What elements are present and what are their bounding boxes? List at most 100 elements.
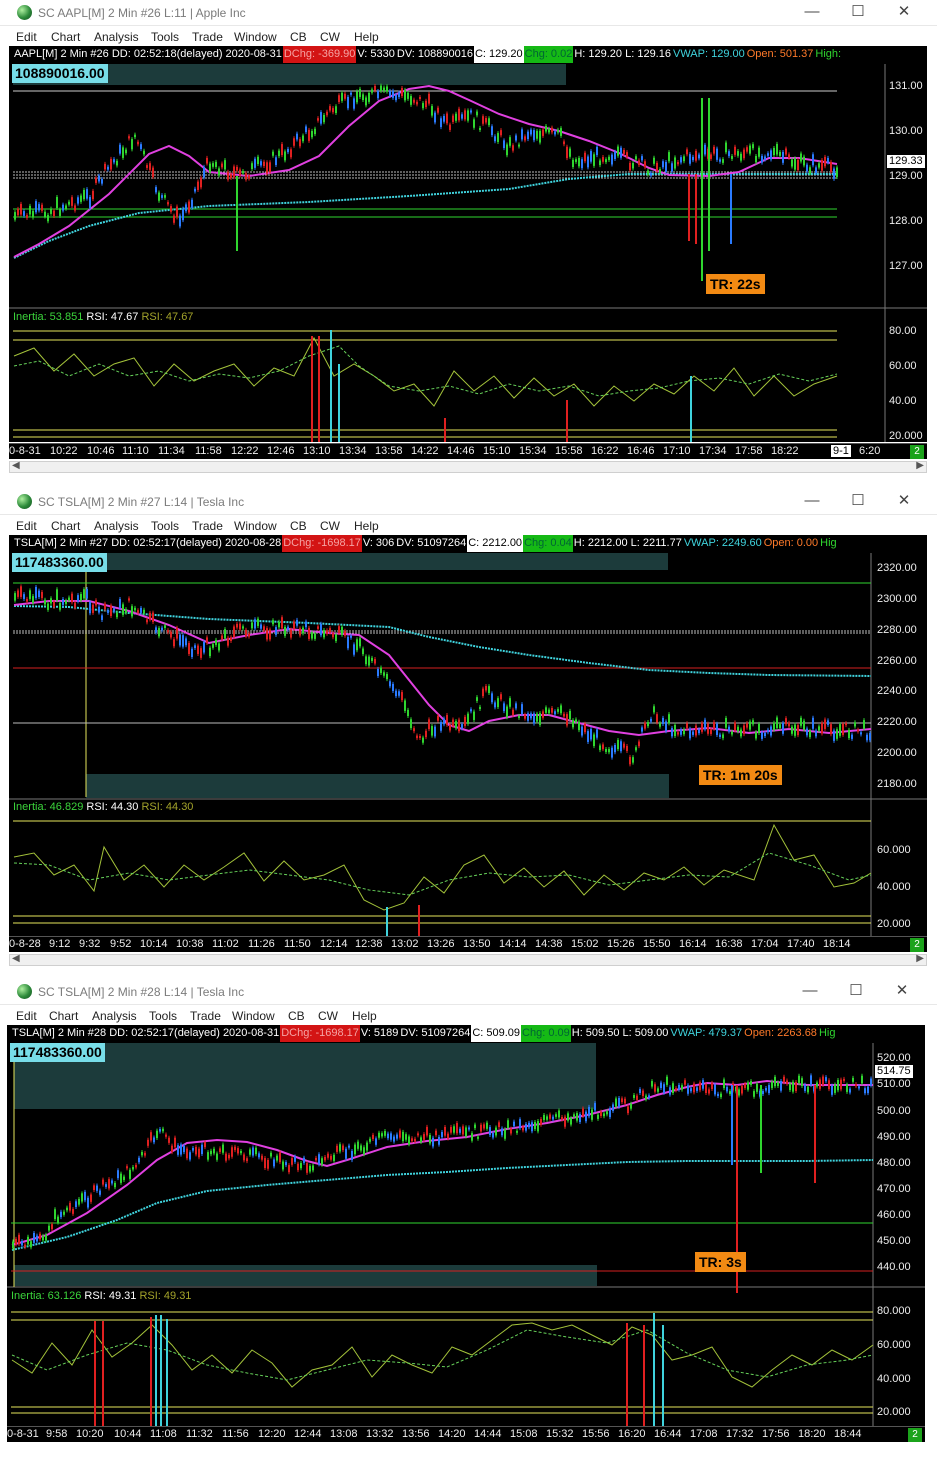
candle — [666, 1076, 668, 1085]
minimize-button[interactable]: — — [797, 491, 827, 513]
scroll-left-icon[interactable]: ◀ — [12, 953, 20, 964]
menu-window[interactable]: Window — [234, 30, 277, 44]
candle — [332, 108, 334, 113]
candle — [654, 1084, 656, 1092]
rsi-tick: 20.000 — [877, 1406, 911, 1418]
time-axis-start: 0-8-31 — [9, 445, 41, 457]
candle — [389, 90, 391, 96]
scroll-right-icon[interactable]: ▶ — [916, 460, 924, 471]
info-dchg: DChg: -1698.17 — [282, 535, 362, 552]
candle — [836, 167, 838, 177]
candle — [30, 1241, 32, 1248]
rsi-tick: 80.00 — [889, 325, 917, 337]
horizontal-scrollbar[interactable]: ◀ ▶ — [9, 953, 927, 966]
candle — [839, 724, 841, 736]
chart-area[interactable]: TSLA[M] 2 Min #28 DD: 02:52:17(delayed) … — [7, 1025, 925, 1426]
menu-window[interactable]: Window — [234, 519, 277, 533]
menu-edit[interactable]: Edit — [16, 1009, 37, 1023]
candle — [788, 154, 790, 158]
candle — [233, 626, 235, 638]
horizontal-scrollbar[interactable]: ◀ ▶ — [9, 460, 927, 473]
candle — [153, 1137, 155, 1143]
candle — [413, 728, 415, 732]
menu-trade[interactable]: Trade — [192, 519, 223, 533]
candle — [665, 161, 667, 172]
candle — [378, 1132, 380, 1138]
candle — [653, 157, 655, 164]
candle — [395, 690, 397, 697]
menu-cw[interactable]: CW — [320, 519, 340, 533]
menu-tools[interactable]: Tools — [149, 1009, 177, 1023]
menu-cw[interactable]: CW — [318, 1009, 338, 1023]
maximize-button[interactable]: ☐ — [843, 491, 873, 513]
menu-trade[interactable]: Trade — [190, 1009, 221, 1023]
candle — [228, 1154, 230, 1159]
candle — [662, 161, 664, 168]
candle — [566, 146, 568, 159]
menu-edit[interactable]: Edit — [16, 519, 37, 533]
info-open: Open: 501.37 — [746, 48, 814, 60]
candle — [35, 201, 37, 213]
candle — [39, 1233, 41, 1240]
candle — [263, 626, 265, 631]
chart-area[interactable]: TSLA[M] 2 Min #27 DD: 02:52:17(delayed) … — [9, 535, 927, 936]
candle — [780, 1081, 782, 1091]
menu-tools[interactable]: Tools — [151, 30, 179, 44]
menu-trade[interactable]: Trade — [192, 30, 223, 44]
menu-tools[interactable]: Tools — [151, 519, 179, 533]
candle — [561, 1116, 563, 1120]
close-button[interactable]: ✕ — [889, 491, 919, 513]
maximize-button[interactable]: ☐ — [843, 2, 873, 24]
candle — [77, 595, 79, 602]
candle — [831, 1085, 833, 1095]
menu-analysis[interactable]: Analysis — [94, 30, 139, 44]
menu-window[interactable]: Window — [232, 1009, 275, 1023]
maximize-button[interactable]: ☐ — [841, 981, 871, 1003]
menu-help[interactable]: Help — [354, 519, 379, 533]
scroll-left-icon[interactable]: ◀ — [12, 460, 20, 471]
candle — [618, 1097, 620, 1107]
menu-chart[interactable]: Chart — [51, 519, 80, 533]
candle — [425, 730, 427, 738]
menu-edit[interactable]: Edit — [16, 30, 37, 44]
time-tick: 9:32 — [79, 938, 101, 950]
scroll-right-icon[interactable]: ▶ — [916, 953, 924, 964]
candle — [395, 94, 397, 101]
time-tick: 14:38 — [535, 938, 563, 950]
candle — [146, 165, 148, 168]
menu-help[interactable]: Help — [352, 1009, 377, 1023]
candle — [555, 1114, 557, 1117]
info-high-low: H: 509.50 L: 509.00 — [571, 1027, 669, 1039]
candle — [482, 116, 484, 124]
candle — [14, 593, 16, 601]
close-button[interactable]: ✕ — [887, 981, 917, 1003]
menu-chart[interactable]: Chart — [51, 30, 80, 44]
candle — [800, 717, 802, 726]
chart-area[interactable]: AAPL[M] 2 Min #26 DD: 02:52:18(delayed) … — [9, 46, 927, 442]
menu-help[interactable]: Help — [354, 30, 379, 44]
candle — [339, 1144, 341, 1152]
candle — [464, 716, 466, 726]
candle — [774, 1076, 776, 1087]
menu-cw[interactable]: CW — [320, 30, 340, 44]
close-button[interactable]: ✕ — [889, 2, 919, 24]
candle — [743, 149, 745, 159]
candle — [821, 722, 823, 734]
menu-analysis[interactable]: Analysis — [94, 519, 139, 533]
minimize-button[interactable]: — — [795, 981, 825, 1003]
candle — [683, 156, 685, 162]
rsi-value: RSI: 47.67 — [86, 311, 139, 323]
menu-analysis[interactable]: Analysis — [92, 1009, 137, 1023]
menu-cb[interactable]: CB — [288, 1009, 305, 1023]
menu-chart[interactable]: Chart — [49, 1009, 78, 1023]
candle — [458, 108, 460, 121]
rsi-tick: 80.000 — [877, 1305, 911, 1317]
candle — [65, 205, 67, 209]
last-price-marker: 514.75 — [875, 1065, 913, 1078]
menu-cb[interactable]: CB — [290, 519, 307, 533]
candle — [311, 130, 313, 138]
candle — [21, 1241, 23, 1246]
minimize-button[interactable]: — — [797, 2, 827, 24]
menu-cb[interactable]: CB — [290, 30, 307, 44]
candle — [165, 1134, 167, 1137]
